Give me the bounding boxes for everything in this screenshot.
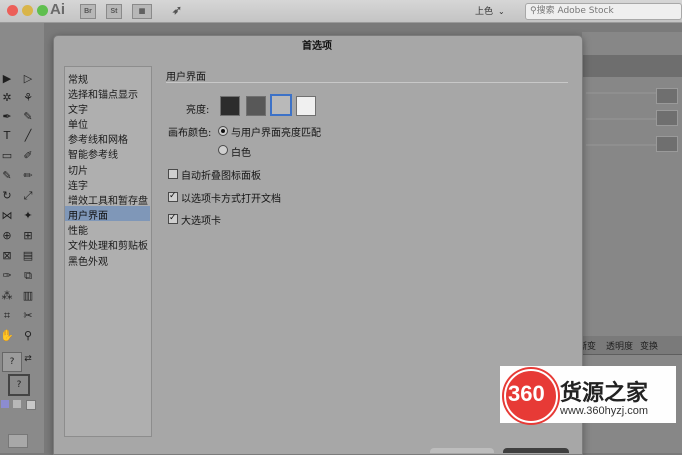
tab-transparency[interactable]: 透明度 — [606, 339, 633, 352]
mesh-tool-icon[interactable]: ⊠ — [0, 249, 14, 263]
pencil-tool-icon[interactable]: ✏ — [21, 169, 35, 183]
sidebar-item-hyphenation[interactable]: 连字 — [68, 177, 88, 192]
menu-bar: Ai Br St ▦ ➶ 上色 ⌄ ⚲搜索 Adobe Stock — [0, 0, 682, 23]
auto-collapse-icon-panels-label: 自动折叠图标面板 — [181, 171, 261, 182]
open-documents-as-tabs-checkbox[interactable]: ✓ — [168, 191, 178, 202]
brightness-swatch-medium-light[interactable] — [270, 94, 292, 116]
curvature-tool-icon[interactable]: ✎ — [21, 110, 35, 124]
direct-selection-tool-icon[interactable]: ▷ — [21, 72, 35, 86]
tab-transform[interactable]: 变换 — [640, 339, 658, 352]
chevron-down-icon: ⌄ — [498, 7, 505, 16]
sidebar-item-appearance-of-black[interactable]: 黑色外观 — [68, 253, 108, 268]
brightness-swatch-light[interactable] — [296, 96, 316, 116]
brightness-swatch-medium-dark[interactable] — [246, 96, 266, 116]
line-tool-icon[interactable]: ╱ — [21, 129, 35, 143]
open-documents-as-tabs-label: 以选项卡方式打开文档 — [181, 194, 281, 205]
brightness-swatch-dark[interactable] — [220, 96, 240, 116]
right-panel-row — [586, 92, 656, 94]
rotate-tool-icon[interactable]: ↻ — [0, 189, 14, 203]
brightness-label: 亮度: — [186, 105, 210, 116]
canvas-match-brightness-label: 与用户界面亮度匹配 — [231, 128, 321, 139]
sidebar-item-slices[interactable]: 切片 — [68, 162, 88, 177]
type-tool-icon[interactable]: T — [0, 129, 14, 143]
shape-builder-tool-icon[interactable]: ⊕ — [0, 229, 14, 243]
zoom-window-button[interactable] — [37, 5, 48, 16]
section-divider — [166, 82, 568, 83]
gradient-tool-icon[interactable]: ▤ — [21, 249, 35, 263]
stock-button[interactable]: St — [106, 4, 122, 19]
none-mode-icon[interactable] — [26, 400, 36, 410]
puppet-warp-tool-icon[interactable]: ✦ — [21, 209, 35, 223]
stroke-swatch-icon[interactable]: ? — [8, 374, 30, 396]
sidebar-item-selection-anchor-display[interactable]: 选择和锚点显示 — [68, 86, 138, 101]
selection-tool-icon[interactable]: ▶ — [0, 72, 14, 86]
slice-tool-icon[interactable]: ✂ — [21, 309, 35, 323]
sidebar-item-file-handling-clipboard[interactable]: 文件处理和剪贴板 — [68, 237, 148, 252]
arrange-documents-icon[interactable]: ▦ — [132, 4, 152, 19]
zoom-tool-icon[interactable]: ⚲ — [21, 329, 35, 343]
width-tool-icon[interactable]: ⋈ — [0, 209, 14, 223]
sidebar-item-plugins-scratch-disks[interactable]: 增效工具和暂存盘 — [68, 192, 148, 207]
watermark-name: 货源之家 — [560, 381, 649, 406]
sidebar-item-guides-grid[interactable]: 参考线和网格 — [68, 131, 128, 146]
checkmark-icon: ✓ — [169, 213, 177, 223]
pen-tool-icon[interactable]: ✒ — [0, 110, 14, 124]
artboard-tool-icon[interactable]: ⌗ — [0, 309, 14, 323]
rectangle-tool-icon[interactable]: ▭ — [0, 149, 14, 163]
lasso-tool-icon[interactable]: ⚘ — [21, 91, 35, 105]
workspace-value: 上色 — [475, 7, 494, 17]
watermark-url: www.360hyzj.com — [560, 405, 649, 417]
section-title: 用户界面 — [166, 72, 206, 83]
sidebar-item-performance[interactable]: 性能 — [68, 222, 88, 237]
canvas-white-radio[interactable] — [218, 145, 228, 155]
minimize-window-button[interactable] — [22, 5, 33, 16]
magic-wand-tool-icon[interactable]: ✲ — [0, 91, 14, 105]
right-panel-button[interactable] — [656, 88, 678, 104]
workspace-switcher[interactable]: 上色 ⌄ — [475, 4, 505, 17]
gradient-mode-icon[interactable] — [13, 400, 21, 408]
symbol-sprayer-tool-icon[interactable]: ⁂ — [0, 289, 14, 303]
right-panel-button[interactable] — [656, 136, 678, 152]
perspective-grid-tool-icon[interactable]: ⊞ — [21, 229, 35, 243]
hand-tool-icon[interactable]: ✋ — [0, 329, 14, 343]
dialog-title: 首选项 — [302, 41, 332, 52]
close-window-button[interactable] — [7, 5, 18, 16]
swap-fill-stroke-icon[interactable]: ⇄ — [21, 352, 35, 366]
paintbrush-tool-icon[interactable]: ✐ — [21, 149, 35, 163]
sidebar-item-units[interactable]: 单位 — [68, 116, 88, 131]
sync-icon[interactable]: ➶ — [170, 4, 184, 17]
screen-mode-icon[interactable] — [8, 434, 28, 448]
search-placeholder: 搜索 Adobe Stock — [536, 6, 614, 16]
watermark-number: 360 — [508, 381, 545, 406]
right-panel-row — [586, 118, 656, 120]
sidebar-item-type[interactable]: 文字 — [68, 101, 88, 116]
search-icon: ⚲ — [530, 6, 537, 16]
canvas-match-brightness-radio[interactable] — [218, 126, 228, 136]
large-tabs-label: 大选项卡 — [181, 216, 221, 227]
cancel-button[interactable] — [430, 448, 494, 453]
app-logo: Ai — [50, 1, 65, 18]
sidebar-item-general[interactable]: 常规 — [68, 71, 88, 86]
color-mode-icon[interactable] — [1, 400, 9, 408]
large-tabs-checkbox[interactable]: ✓ — [168, 213, 178, 224]
stock-search-input[interactable]: ⚲搜索 Adobe Stock — [525, 3, 682, 20]
right-panel-row — [586, 144, 656, 146]
auto-collapse-icon-panels-checkbox[interactable] — [168, 169, 178, 179]
sidebar-item-smart-guides[interactable]: 智能参考线 — [68, 146, 118, 161]
scale-tool-icon[interactable]: ⤢ — [21, 189, 35, 203]
fill-swatch-icon[interactable]: ? — [2, 352, 22, 372]
shaper-tool-icon[interactable]: ✎ — [0, 169, 14, 183]
ok-button[interactable] — [503, 448, 569, 453]
checkmark-icon: ✓ — [169, 191, 177, 201]
canvas-color-label: 画布颜色: — [168, 128, 212, 139]
right-panel-button[interactable] — [656, 110, 678, 126]
sidebar-item-user-interface[interactable]: 用户界面 — [68, 207, 108, 222]
column-graph-tool-icon[interactable]: ▥ — [21, 289, 35, 303]
blend-tool-icon[interactable]: ⧉ — [21, 269, 35, 283]
eyedropper-tool-icon[interactable]: ✑ — [0, 269, 14, 283]
canvas-white-label: 白色 — [231, 148, 251, 159]
right-panel-header — [582, 55, 682, 77]
bridge-button[interactable]: Br — [80, 4, 96, 19]
